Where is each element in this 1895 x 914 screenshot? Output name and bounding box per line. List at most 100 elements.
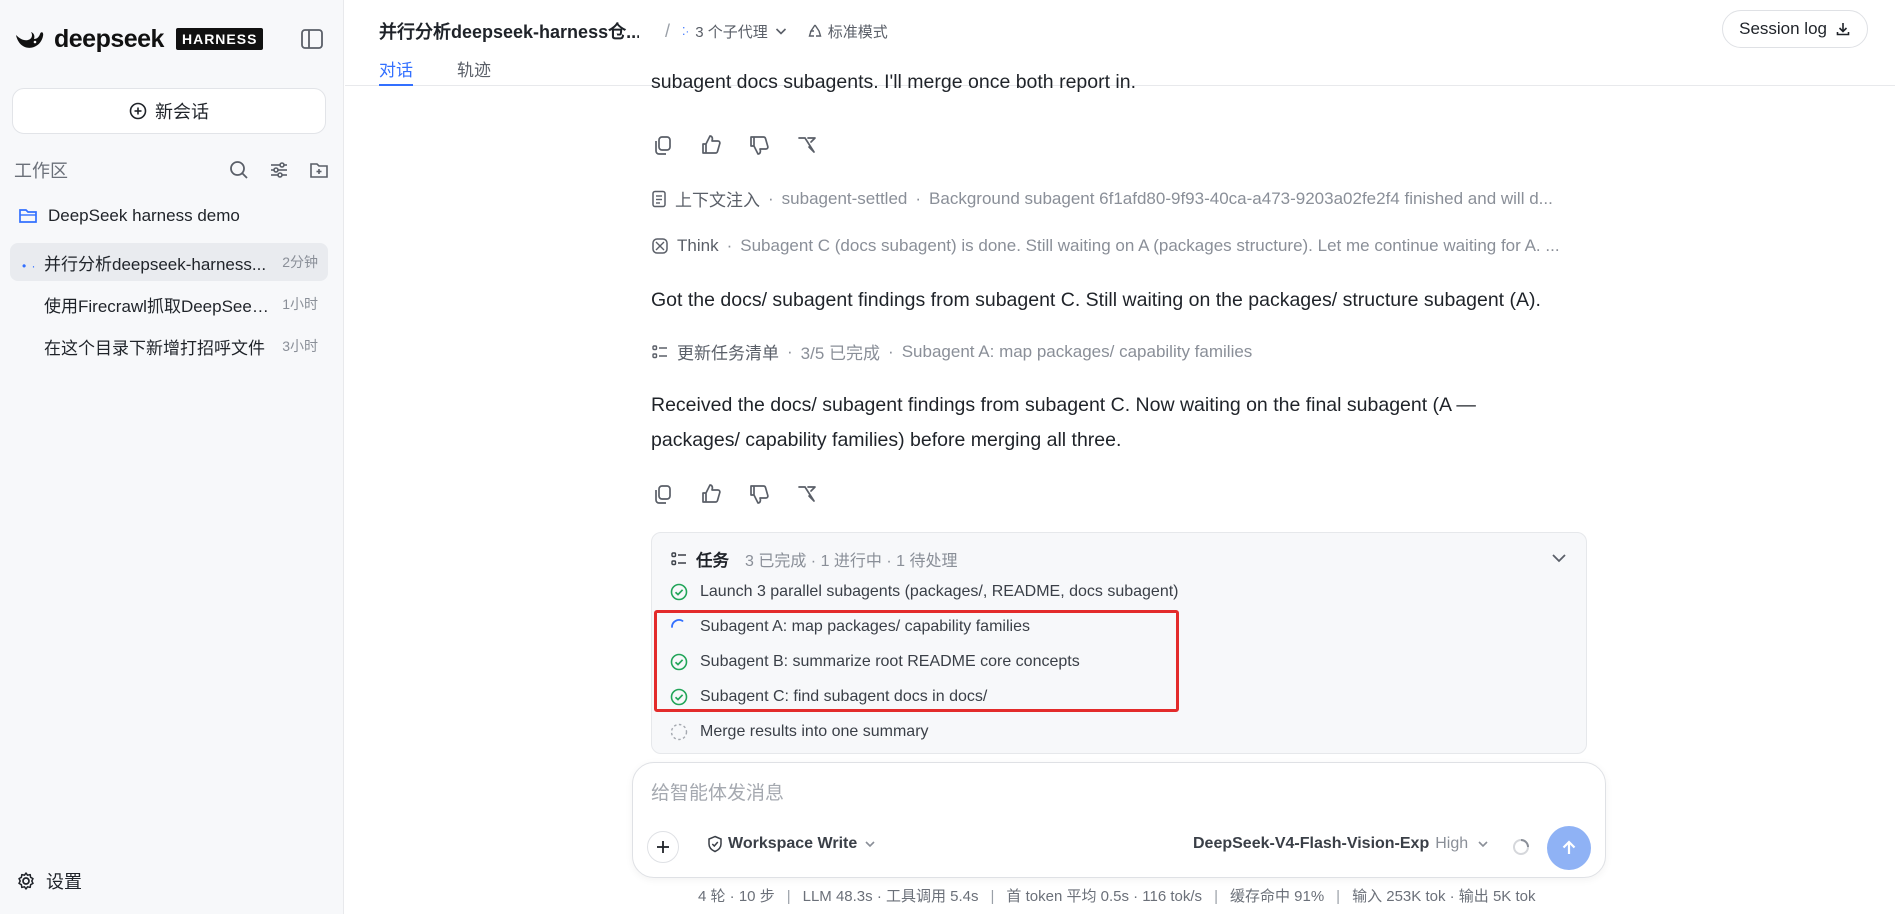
tab-trajectory[interactable]: 轨迹	[457, 56, 491, 86]
task-update-progress: 3/5 已完成	[800, 344, 881, 363]
task-update-label: 更新任务清单	[677, 344, 779, 363]
search-icon[interactable]	[228, 159, 250, 181]
workspace-title: 工作区	[14, 161, 68, 181]
session-item[interactable]: 使用Firecrawl抓取DeepSeek... 1小时	[10, 285, 328, 323]
session-time: 3小时	[282, 338, 318, 354]
gear-icon	[18, 872, 34, 890]
check-circle-icon	[670, 653, 688, 671]
sidebar-toggle-icon[interactable]	[300, 28, 324, 50]
task-panel-title: 任务	[696, 552, 729, 570]
task-update-row[interactable]: 更新任务清单 · 3/5 已完成 · Subagent A: map packa…	[651, 339, 1587, 364]
plus-circle-icon	[129, 102, 147, 120]
task-panel-header[interactable]: 任务 3 已完成 · 1 进行中 · 1 待处理	[670, 547, 958, 571]
settings-button[interactable]: 设置	[16, 868, 82, 894]
mode-label: 标准模式	[827, 23, 888, 41]
thumbs-up-icon[interactable]	[699, 133, 723, 157]
context-inject-tag: subagent-settled	[781, 188, 908, 208]
branch-icon[interactable]	[795, 482, 819, 506]
copy-icon[interactable]	[651, 482, 675, 506]
chevron-down-icon[interactable]	[1548, 547, 1570, 569]
copy-icon[interactable]	[651, 133, 675, 157]
session-title: 并行分析deepseek-harness...	[44, 254, 267, 274]
brand-name: deepseek	[54, 24, 164, 53]
breadcrumb: 并行分析deepseek-harness仓... / ⁚· 3 个子代理 标准模…	[379, 18, 888, 44]
first-token-stats: 首 token 平均 0.5s · 116 tok/s	[1006, 888, 1203, 905]
chevron-down-icon	[1478, 841, 1488, 848]
composer: Workspace Write DeepSeek-V4-Flash-Vision…	[632, 762, 1606, 878]
turn-count: 4 轮 · 10 步	[698, 888, 775, 905]
chevron-down-icon	[775, 28, 786, 35]
loading-spinner-icon	[1513, 839, 1529, 855]
permission-selector[interactable]: Workspace Write	[707, 835, 877, 853]
loading-spinner-icon	[671, 619, 684, 628]
filter-settings-icon[interactable]	[268, 159, 290, 181]
task-panel: 任务 3 已完成 · 1 进行中 · 1 待处理 Launch 3 parall…	[651, 532, 1587, 754]
task-label: Merge results into one summary	[700, 723, 929, 740]
permission-label: Workspace Write	[728, 835, 858, 852]
context-inject-label: 上下文注入	[675, 191, 760, 210]
send-button[interactable]	[1547, 826, 1591, 870]
attach-button[interactable]	[647, 831, 679, 863]
new-folder-icon[interactable]	[308, 159, 330, 181]
brand-logo[interactable]: deepseek HARNESS	[14, 24, 264, 54]
stats-bar: 4 轮 · 10 步 | LLM 48.3s · 工具调用 5.4s | 首 token…	[698, 888, 1536, 905]
tab-conversation[interactable]: 对话	[379, 56, 413, 86]
checklist-icon	[671, 552, 686, 566]
new-chat-label: 新会话	[155, 102, 209, 122]
context-inject-row[interactable]: 上下文注入 · subagent-settled · Background su…	[651, 186, 1587, 211]
harness-badge: HARNESS	[175, 28, 264, 50]
message-actions	[651, 133, 843, 157]
context-inject-text: Background subagent 6f1afd80-9f93-40ca-a…	[929, 188, 1553, 208]
session-title: 在这个目录下新增打招呼文件	[44, 338, 265, 358]
cache-hit: 缓存命中 91%	[1229, 888, 1325, 905]
settings-label: 设置	[46, 872, 82, 892]
recycle-icon	[808, 24, 822, 37]
task-item-done: Subagent C: find subagent docs in docs/	[670, 688, 987, 706]
running-dots-icon: • ·	[22, 259, 37, 273]
mode-selector[interactable]: 标准模式	[807, 21, 888, 42]
breadcrumb-separator: /	[665, 20, 671, 41]
think-label: Think	[677, 236, 719, 255]
sidebar: deepseek HARNESS 新会话 工作区 DeepSeek harnes…	[0, 0, 344, 914]
project-name: DeepSeek harness demo	[48, 206, 240, 225]
model-name: DeepSeek-V4-Flash-Vision-Exp	[1193, 835, 1430, 852]
check-circle-icon	[670, 583, 688, 601]
model-selector[interactable]: DeepSeek-V4-Flash-Vision-Exp High	[1193, 835, 1490, 853]
session-item-active[interactable]: • · 并行分析deepseek-harness... 2分钟	[10, 243, 328, 281]
think-row[interactable]: Think · Subagent C (docs subagent) is do…	[651, 236, 1587, 256]
thumbs-up-icon[interactable]	[699, 482, 723, 506]
chevron-down-icon	[865, 841, 875, 848]
task-item-pending: Merge results into one summary	[670, 723, 929, 741]
assistant-message-line: packages/ capability families) before me…	[651, 429, 1122, 451]
subagent-dots-icon: ⁚·	[682, 25, 690, 38]
chat-title[interactable]: 并行分析deepseek-harness仓...	[379, 18, 639, 44]
whale-logo-icon	[16, 32, 44, 48]
task-label: Subagent A: map packages/ capability fam…	[700, 618, 1030, 635]
check-circle-icon	[670, 688, 688, 706]
message-input[interactable]	[651, 783, 1551, 805]
thumbs-down-icon[interactable]	[747, 133, 771, 157]
plus-icon	[657, 841, 669, 853]
session-item[interactable]: 在这个目录下新增打招呼文件 3小时	[10, 327, 328, 365]
session-log-button[interactable]: Session log	[1722, 10, 1868, 48]
session-time: 2分钟	[282, 254, 318, 270]
message-actions	[651, 482, 843, 506]
download-icon	[1836, 23, 1850, 36]
brain-icon	[652, 238, 668, 254]
thumbs-down-icon[interactable]	[747, 482, 771, 506]
branch-icon[interactable]	[795, 133, 819, 157]
subagents-label: 3 个子代理	[695, 23, 768, 41]
arrow-up-icon	[1562, 840, 1576, 854]
project-item[interactable]: DeepSeek harness demo	[18, 206, 240, 226]
workspace-header: 工作区	[14, 158, 330, 182]
think-text: Subagent C (docs subagent) is done. Stil…	[740, 236, 1560, 255]
shield-icon	[708, 835, 722, 853]
task-label: Subagent B: summarize root README core c…	[700, 653, 1080, 670]
session-title: 使用Firecrawl抓取DeepSeek...	[44, 296, 275, 316]
task-stats: 3 已完成 · 1 进行中 · 1 待处理	[745, 553, 958, 570]
partial-message: subagent docs subagents. I'll merge once…	[651, 71, 1137, 93]
new-chat-button[interactable]: 新会话	[12, 88, 326, 134]
subagents-dropdown[interactable]: ⁚· 3 个子代理	[682, 21, 789, 42]
task-item-running: Subagent A: map packages/ capability fam…	[670, 618, 1030, 636]
folder-icon	[19, 209, 37, 223]
